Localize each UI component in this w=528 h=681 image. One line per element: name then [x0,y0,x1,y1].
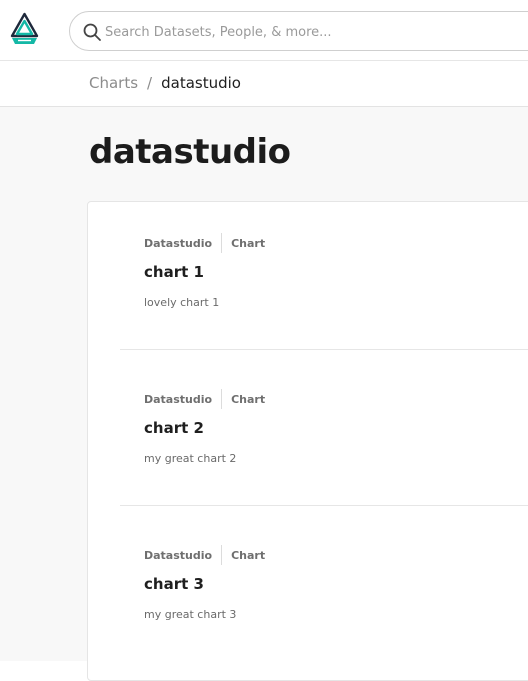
tag-chart[interactable]: Chart [231,549,265,562]
tag-divider [221,545,223,565]
search-icon[interactable] [82,22,102,42]
item-divider [120,349,528,350]
item-title[interactable]: chart 1 [144,263,204,281]
breadcrumb-charts-link[interactable]: Charts [89,74,138,92]
breadcrumb: Charts / datastudio [89,74,241,92]
chart-list-card: Datastudio Chart chart 1 lovely chart 1 … [87,201,528,681]
list-item[interactable]: Datastudio Chart chart 2 my great chart … [88,358,528,514]
item-tags: Datastudio Chart [144,232,265,254]
list-item[interactable]: Datastudio Chart chart 1 lovely chart 1 [88,202,528,358]
tag-chart[interactable]: Chart [231,393,265,406]
tag-chart[interactable]: Chart [231,237,265,250]
breadcrumb-bar: Charts / datastudio [0,61,528,107]
main-content: datastudio Datastudio Chart chart 1 love… [0,107,528,681]
item-description: my great chart 2 [144,452,237,465]
tag-datastudio[interactable]: Datastudio [144,549,212,562]
tag-divider [221,389,223,409]
item-description: lovely chart 1 [144,296,220,309]
item-description: my great chart 3 [144,608,237,621]
item-tags: Datastudio Chart [144,544,265,566]
item-divider [120,505,528,506]
item-tags: Datastudio Chart [144,388,265,410]
item-title[interactable]: chart 2 [144,419,204,437]
tag-divider [221,233,223,253]
breadcrumb-current: datastudio [161,74,241,92]
logo-icon[interactable] [8,12,41,46]
breadcrumb-separator: / [147,74,153,92]
search-bar[interactable] [69,11,528,51]
tag-datastudio[interactable]: Datastudio [144,393,212,406]
tag-datastudio[interactable]: Datastudio [144,237,212,250]
top-navigation-bar [0,0,528,61]
item-title[interactable]: chart 3 [144,575,204,593]
search-input[interactable] [105,21,505,43]
page-title: datastudio [89,132,291,172]
list-item[interactable]: Datastudio Chart chart 3 my great chart … [88,514,528,670]
